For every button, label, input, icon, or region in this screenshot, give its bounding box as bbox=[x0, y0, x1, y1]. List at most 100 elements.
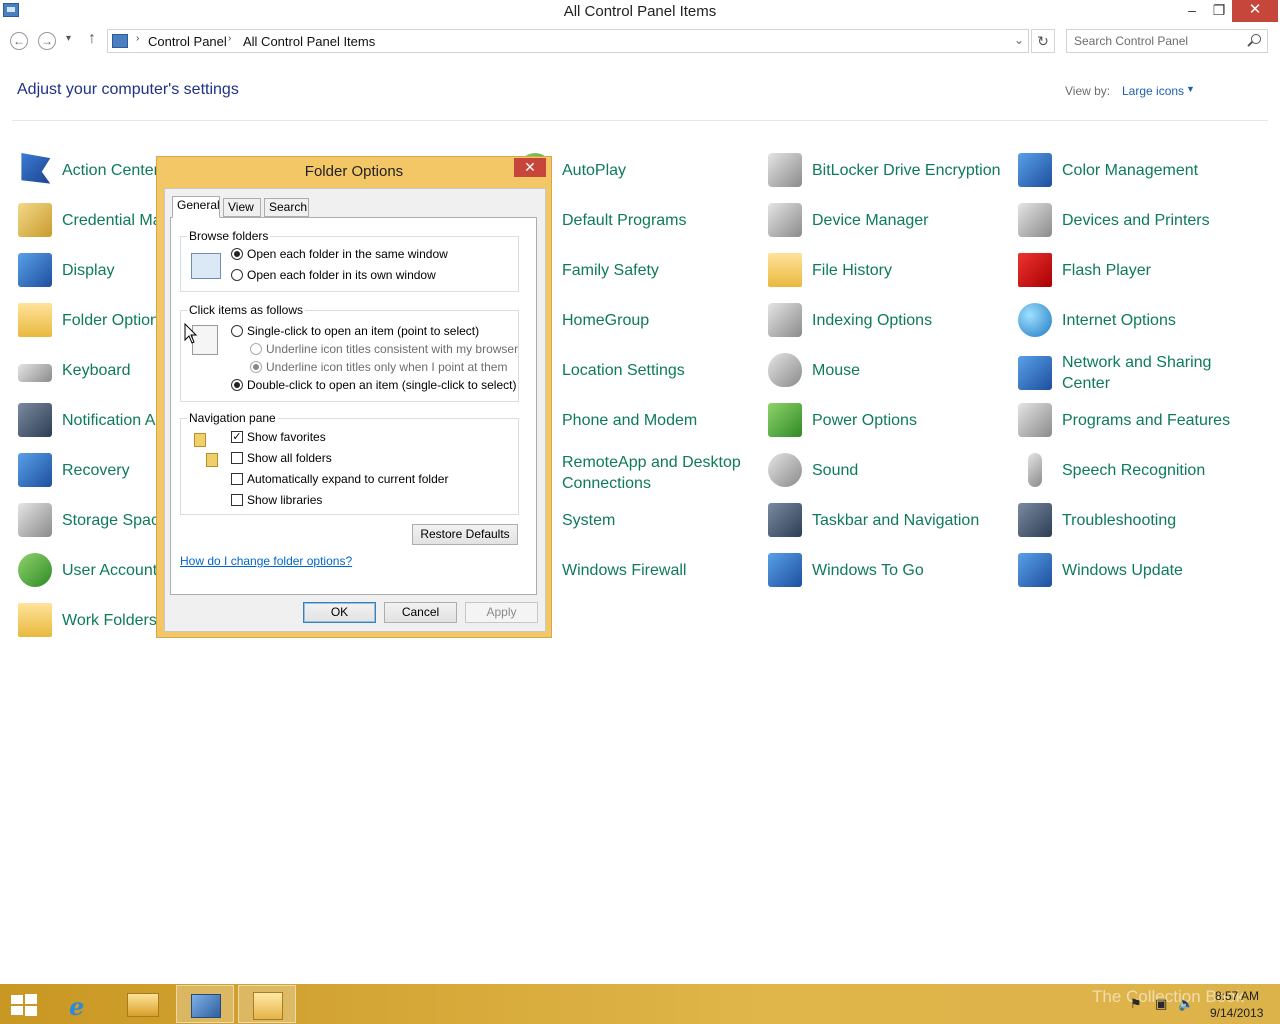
show-favorites-checkbox[interactable]: ✓ bbox=[231, 431, 243, 443]
cp-item-power-options[interactable]: Power Options bbox=[768, 402, 917, 438]
internet-options-icon bbox=[1018, 303, 1052, 337]
address-dropdown-icon[interactable]: ⌄ bbox=[1014, 33, 1024, 47]
nav-pane-folder-icon bbox=[194, 433, 206, 447]
cp-item-keyboard[interactable]: Keyboard bbox=[18, 352, 131, 388]
taskbar-internet-explorer[interactable]: e bbox=[52, 985, 110, 1023]
underline-browser-radio[interactable] bbox=[250, 343, 262, 355]
cp-item-devices-printers[interactable]: Devices and Printers bbox=[1018, 202, 1210, 238]
search-box[interactable] bbox=[1066, 29, 1268, 53]
minimize-button[interactable]: – bbox=[1178, 0, 1206, 22]
help-link[interactable]: How do I change folder options? bbox=[180, 554, 352, 568]
option-underline-point[interactable]: Underline icon titles only when I point … bbox=[250, 360, 507, 374]
dialog-close-button[interactable]: ✕ bbox=[514, 158, 546, 177]
cp-item-recovery[interactable]: Recovery bbox=[18, 452, 130, 488]
cp-item-programs-features[interactable]: Programs and Features bbox=[1018, 402, 1230, 438]
cp-item-label: Windows Firewall bbox=[562, 561, 687, 579]
breadcrumb-all-items[interactable]: All Control Panel Items bbox=[243, 34, 375, 49]
cp-item-work-folders[interactable]: Work Folders bbox=[18, 602, 157, 638]
cp-item-bitlocker[interactable]: BitLocker Drive Encryption bbox=[768, 152, 1001, 188]
clock-date[interactable]: 9/14/2013 bbox=[1210, 1006, 1263, 1020]
breadcrumb-separator[interactable]: › bbox=[136, 33, 139, 44]
cp-item-display[interactable]: Display bbox=[18, 252, 114, 288]
breadcrumb-control-panel[interactable]: Control Panel bbox=[148, 34, 227, 49]
search-icon[interactable] bbox=[1251, 34, 1261, 44]
cp-item-notification-area[interactable]: Notification A bbox=[18, 402, 155, 438]
cp-item-troubleshooting[interactable]: Troubleshooting bbox=[1018, 502, 1176, 538]
tab-search[interactable]: Search bbox=[264, 198, 309, 217]
clock-time[interactable]: 8:57 AM bbox=[1215, 989, 1259, 1003]
option-own-window[interactable]: Open each folder in its own window bbox=[231, 268, 436, 282]
cp-item-label: Power Options bbox=[812, 411, 917, 429]
cp-item-taskbar-navigation[interactable]: Taskbar and Navigation bbox=[768, 502, 979, 538]
recent-locations-chevron-icon[interactable]: ▾ bbox=[66, 33, 71, 44]
cp-item-action-center[interactable]: Action Center bbox=[18, 152, 159, 188]
option-same-window[interactable]: Open each folder in the same window bbox=[231, 247, 448, 261]
cp-item-device-manager[interactable]: Device Manager bbox=[768, 202, 929, 238]
breadcrumb-separator[interactable]: › bbox=[228, 33, 231, 44]
cp-item-label: BitLocker Drive Encryption bbox=[812, 161, 1001, 179]
cp-item-file-history[interactable]: File History bbox=[768, 252, 892, 288]
cp-item-label: RemoteApp and Desktop Connections bbox=[562, 454, 741, 492]
double-click-radio[interactable] bbox=[231, 379, 243, 391]
cp-item-remoteapp[interactable]: RemoteApp and Desktop Connections bbox=[518, 452, 752, 494]
cp-item-label: Mouse bbox=[812, 361, 861, 379]
cp-item-storage-spaces[interactable]: Storage Space bbox=[18, 502, 168, 538]
taskbar-control-panel[interactable] bbox=[176, 985, 234, 1023]
address-bar[interactable]: › Control Panel › All Control Panel Item… bbox=[107, 29, 1029, 53]
back-arrow-icon[interactable]: ← bbox=[10, 32, 28, 50]
auto-expand-checkbox[interactable] bbox=[231, 473, 243, 485]
browse-folders-group: Browse folders Open each folder in the s… bbox=[180, 229, 519, 292]
mouse-icon bbox=[768, 353, 802, 387]
restore-defaults-button[interactable]: Restore Defaults bbox=[412, 524, 518, 545]
ok-button[interactable]: OK bbox=[303, 602, 376, 623]
cp-item-sound[interactable]: Sound bbox=[768, 452, 858, 488]
cp-item-internet-options[interactable]: Internet Options bbox=[1018, 302, 1176, 338]
volume-icon[interactable]: 🔈 bbox=[1178, 996, 1194, 1012]
show-all-folders-checkbox[interactable] bbox=[231, 452, 243, 464]
start-button[interactable] bbox=[0, 985, 58, 1023]
option-auto-expand[interactable]: Automatically expand to current folder bbox=[231, 472, 448, 486]
cp-item-user-accounts[interactable]: User Accounts bbox=[18, 552, 165, 588]
refresh-icon[interactable]: ↻ bbox=[1031, 29, 1055, 53]
cp-item-windows-to-go[interactable]: Windows To Go bbox=[768, 552, 924, 588]
tab-general[interactable]: General bbox=[172, 196, 220, 218]
color-management-icon bbox=[1018, 153, 1052, 187]
show-libraries-checkbox[interactable] bbox=[231, 494, 243, 506]
tab-view[interactable]: View bbox=[223, 198, 261, 217]
search-input[interactable] bbox=[1067, 30, 1237, 52]
action-center-flag-icon[interactable]: ⚑ bbox=[1130, 996, 1142, 1012]
cp-item-mouse[interactable]: Mouse bbox=[768, 352, 860, 388]
option-show-favorites[interactable]: ✓ Show favorites bbox=[231, 430, 326, 444]
option-show-all-folders[interactable]: Show all folders bbox=[231, 451, 332, 465]
cp-item-flash-player[interactable]: Flash Player bbox=[1018, 252, 1151, 288]
network-icon[interactable]: ▣ bbox=[1155, 996, 1167, 1012]
up-arrow-icon[interactable]: ↑ bbox=[88, 30, 96, 48]
underline-point-radio[interactable] bbox=[250, 361, 262, 373]
cp-item-speech-recognition[interactable]: Speech Recognition bbox=[1018, 452, 1205, 488]
cp-item-folder-options[interactable]: Folder Option bbox=[18, 302, 159, 338]
taskbar-folder-options[interactable] bbox=[238, 985, 296, 1023]
taskbar-file-explorer[interactable] bbox=[114, 985, 172, 1023]
same-window-radio[interactable] bbox=[231, 248, 243, 260]
forward-arrow-icon[interactable]: → bbox=[38, 32, 56, 50]
cp-item-windows-update[interactable]: Windows Update bbox=[1018, 552, 1183, 588]
close-button[interactable]: ✕ bbox=[1232, 0, 1278, 22]
cp-item-color-management[interactable]: Color Management bbox=[1018, 152, 1198, 188]
view-by-dropdown[interactable]: Large icons bbox=[1122, 84, 1184, 98]
option-underline-browser[interactable]: Underline icon titles consistent with my… bbox=[250, 342, 518, 356]
control-panel-icon bbox=[191, 994, 221, 1018]
power-options-icon bbox=[768, 403, 802, 437]
restore-button[interactable]: ❐ bbox=[1205, 0, 1233, 22]
network-sharing-icon bbox=[1018, 356, 1052, 390]
cp-item-credential-manager[interactable]: Credential Ma bbox=[18, 202, 162, 238]
option-show-libraries[interactable]: Show libraries bbox=[231, 493, 322, 507]
option-single-click[interactable]: Single-click to open an item (point to s… bbox=[231, 324, 479, 338]
apply-button[interactable]: Apply bbox=[465, 602, 538, 623]
view-by-caret-icon[interactable]: ▼ bbox=[1186, 84, 1195, 94]
cp-item-network-sharing[interactable]: Network and Sharing Center bbox=[1018, 352, 1237, 394]
single-click-radio[interactable] bbox=[231, 325, 243, 337]
own-window-radio[interactable] bbox=[231, 269, 243, 281]
cp-item-indexing-options[interactable]: Indexing Options bbox=[768, 302, 932, 338]
cancel-button[interactable]: Cancel bbox=[384, 602, 457, 623]
option-double-click[interactable]: Double-click to open an item (single-cli… bbox=[231, 378, 516, 392]
